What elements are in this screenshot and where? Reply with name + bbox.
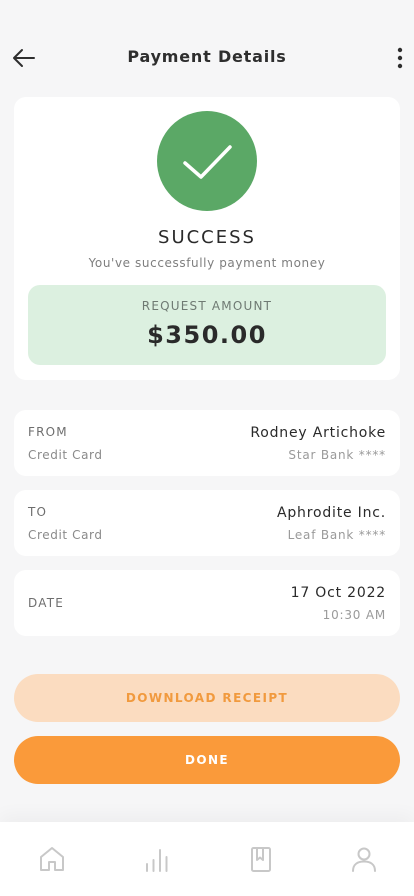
time-value: 10:30 AM <box>322 608 386 622</box>
request-amount-box: REQUEST AMOUNT $350.00 <box>28 285 386 365</box>
success-title: SUCCESS <box>158 227 256 248</box>
check-icon <box>183 145 232 179</box>
to-method: Credit Card <box>28 528 103 542</box>
done-button[interactable]: DONE <box>14 736 400 784</box>
receipt-icon <box>251 847 271 872</box>
home-icon <box>40 847 64 871</box>
to-card: TO Credit Card Aphrodite Inc. Leaf Bank … <box>14 490 400 556</box>
success-subtitle: You've successfully payment money <box>88 256 326 270</box>
from-bank: Star Bank **** <box>288 448 386 462</box>
from-name: Rodney Artichoke <box>250 425 386 441</box>
more-vertical-icon <box>397 47 403 69</box>
amount-value: $350.00 <box>147 321 267 349</box>
amount-label: REQUEST AMOUNT <box>141 299 273 313</box>
date-card: DATE 17 Oct 2022 10:30 AM <box>14 570 400 636</box>
to-name: Aphrodite Inc. <box>276 505 386 521</box>
payment-details-screen: Payment Details SUCCESS You've successfu… <box>0 0 414 896</box>
date-value: 17 Oct 2022 <box>290 585 386 601</box>
success-card: SUCCESS You've successfully payment mone… <box>14 97 400 380</box>
date-label: DATE <box>28 596 65 610</box>
nav-item-home[interactable] <box>37 844 67 874</box>
from-method: Credit Card <box>28 448 103 462</box>
nav-item-stats[interactable] <box>142 844 172 874</box>
nav-item-profile[interactable] <box>349 844 379 874</box>
success-badge <box>157 111 257 211</box>
from-label: FROM <box>28 425 68 439</box>
bar-chart-icon <box>146 849 168 872</box>
nav-item-receipts[interactable] <box>246 844 276 874</box>
to-label: TO <box>28 505 48 519</box>
page-title: Payment Details <box>127 47 287 66</box>
bottom-navigation <box>0 822 414 896</box>
from-card: FROM Credit Card Rodney Artichoke Star B… <box>14 410 400 476</box>
more-options-button[interactable] <box>392 44 408 72</box>
user-icon <box>352 847 376 872</box>
to-bank: Leaf Bank **** <box>287 528 386 542</box>
download-receipt-button[interactable]: DOWNLOAD RECEIPT <box>14 674 400 722</box>
